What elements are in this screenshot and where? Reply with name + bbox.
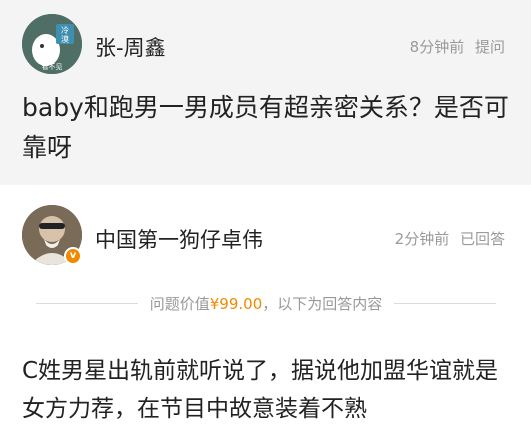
answer-status: 已回答 xyxy=(459,230,505,248)
answer-text: C姓男星出轨前就听说了，据说他加盟华谊就是女方力荐，在节目中故意装着不熟 xyxy=(22,358,499,422)
answer-time: 2分钟前 xyxy=(394,230,450,248)
answer-meta: 2分钟前 已回答 xyxy=(395,228,505,249)
svg-text:漠: 漠 xyxy=(61,34,69,44)
svg-text:冷: 冷 xyxy=(61,25,69,35)
price-value: ¥99.00 xyxy=(209,294,263,313)
question-action: 提问 xyxy=(474,38,505,56)
price-divider: 问题价值¥99.00，以下为回答内容 xyxy=(36,292,496,314)
avatar-illustration: 冷 漠 看不见 xyxy=(22,14,82,74)
question-time: 8分钟前 xyxy=(409,38,465,56)
question-meta: 8分钟前 提问 xyxy=(410,36,505,57)
divider-line-right xyxy=(394,302,496,304)
asker-name[interactable]: 张-周鑫 xyxy=(95,32,166,62)
price-prefix: 问题价值 xyxy=(149,294,210,313)
answerer-name[interactable]: 中国第一狗仔卓伟 xyxy=(95,224,263,254)
question-text: baby和跑男一男成员有超亲密关系？是否可靠呀 xyxy=(22,93,509,162)
price-label: 问题价值¥99.00，以下为回答内容 xyxy=(138,293,395,314)
verified-icon: v xyxy=(64,247,82,265)
asker-avatar[interactable]: 冷 漠 看不见 xyxy=(22,14,82,74)
price-suffix: ，以下为回答内容 xyxy=(262,294,383,313)
avatar-caption: 看不见 xyxy=(42,63,63,71)
divider-line-left xyxy=(36,302,138,304)
